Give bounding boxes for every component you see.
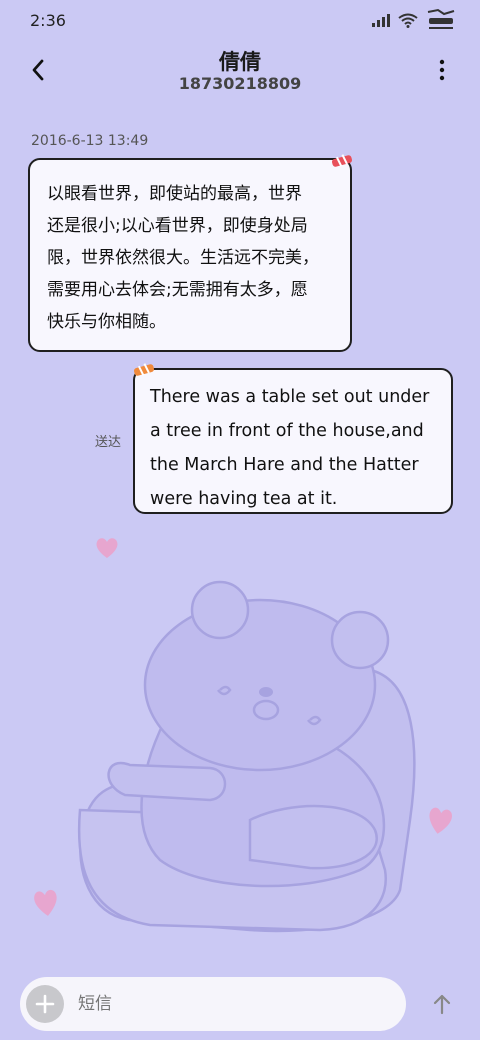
outgoing-message-bubble[interactable]: There was a table set out under a tree i… [133,368,453,514]
message-line: were having tea at it. [150,489,338,509]
candy-decoration-icon [133,363,155,376]
message-line: the March Hare and the Hatter [150,455,419,475]
contact-number: 18730218809 [178,74,302,93]
more-options-button[interactable] [426,54,458,86]
heart-icon [34,889,57,916]
plus-icon [35,994,55,1014]
more-vertical-icon [439,59,445,81]
status-bar: 2:36 [0,0,480,40]
bear-wallpaper-illustration [77,580,416,933]
message-composer [20,977,406,1031]
status-icons [372,8,456,32]
delivery-status: 送达 [95,435,122,450]
send-button[interactable] [424,986,460,1022]
message-line: 限，世界依然很大。生活远不完美， [47,248,319,268]
message-line: 快乐与你相随。 [47,312,166,332]
conversation-header: 倩倩 18730218809 [0,40,480,104]
status-time: 2:36 [30,10,66,30]
signal-icon [372,13,390,27]
candy-decoration-icon [331,154,353,167]
heart-icon [96,538,118,558]
message-line: 需要用心去体会;无需拥有太多，愿 [47,280,308,300]
wifi-icon [398,13,418,28]
message-line: 以眼看世界，即使站的最高，世界 [47,184,302,204]
contact-name: 倩倩 [219,50,261,74]
message-line: 还是很小;以心看世界，即使身处局 [47,216,308,236]
message-line: a tree in front of the house,and [150,421,424,441]
heart-icon [429,807,452,834]
add-attachment-button[interactable] [26,985,64,1023]
message-line: There was a table set out under [150,387,430,407]
arrow-up-icon [433,994,451,1015]
message-input[interactable] [78,994,358,1014]
message-timestamp: 2016-6-13 13:49 [31,133,149,149]
battery-icon [427,8,455,29]
incoming-message-bubble[interactable]: 以眼看世界，即使站的最高，世界 还是很小;以心看世界，即使身处局 限，世界依然很… [28,158,352,352]
